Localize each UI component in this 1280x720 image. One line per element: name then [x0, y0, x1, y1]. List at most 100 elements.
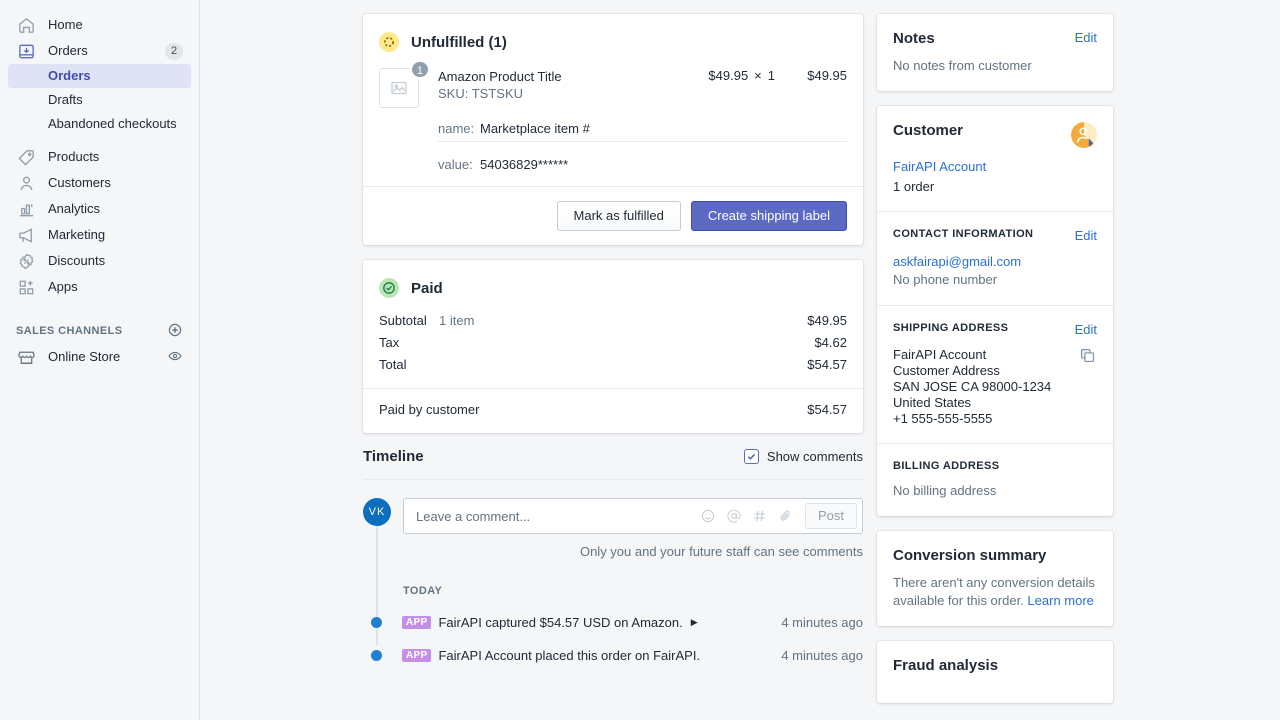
discounts-icon — [16, 251, 36, 271]
sidebar-subitem-orders[interactable]: Orders — [8, 64, 191, 88]
sidebar-subitem-drafts[interactable]: Drafts — [8, 88, 191, 112]
row-sublabel: 1 item — [439, 313, 475, 328]
sidebar-item-analytics[interactable]: Analytics — [8, 196, 191, 222]
timeline-event-text: FairAPI Account placed this order on Fai… — [438, 648, 701, 663]
timeline-event-text: FairAPI captured $54.57 USD on Amazon. — [438, 615, 683, 630]
mention-icon[interactable] — [721, 503, 747, 529]
customer-name-link[interactable]: FairAPI Account — [893, 158, 1097, 176]
conversion-summary-card: Conversion summary There aren't any conv… — [877, 531, 1113, 626]
line-item-property-value: value: 54036829****** — [363, 152, 863, 186]
line-item-sku: SKU: TSTSKU — [438, 86, 524, 101]
shipping-address-label: SHIPPING ADDRESS — [893, 322, 1009, 334]
sidebar-item-label: Home — [48, 17, 83, 32]
sidebar-item-online-store[interactable]: Online Store — [8, 344, 191, 370]
property-key: value: — [438, 157, 473, 172]
customer-header: Customer — [893, 122, 1097, 148]
line-item-unit-price-group: $49.95 × 1 — [679, 68, 775, 110]
customer-email-link[interactable]: askfairapi@gmail.com — [893, 253, 1097, 271]
billing-address-body: No billing address — [893, 483, 997, 498]
line-item-total: $49.95 — [807, 68, 847, 83]
app-badge: APP — [402, 649, 432, 662]
timeline-event: APP FairAPI captured $54.57 USD on Amazo… — [363, 597, 863, 630]
timeline-bullet — [371, 650, 382, 661]
nav-spacer-2 — [0, 300, 199, 318]
sidebar-item-marketing[interactable]: Marketing — [8, 222, 191, 248]
comment-composer: VK Leave a comment... Post — [363, 498, 863, 534]
comment-visibility-hint: Only you and your future staff can see c… — [579, 544, 863, 559]
row-label: Tax — [379, 335, 400, 350]
post-comment-button[interactable]: Post — [804, 503, 857, 529]
address-line: FairAPI Account — [893, 347, 987, 362]
avatar: VK — [363, 498, 391, 526]
timeline-event-time: 4 minutes ago — [781, 615, 863, 630]
timeline-event-message: APP FairAPI captured $54.57 USD on Amazo… — [402, 615, 781, 630]
line-item-quantity-badge: 1 — [409, 60, 430, 79]
customer-phone: No phone number — [893, 272, 998, 287]
property-value: 54036829****** — [480, 157, 569, 172]
property-value: Marketplace item # — [480, 121, 590, 136]
comment-input[interactable] — [416, 508, 695, 524]
conversion-learn-more-link[interactable]: Learn more — [1027, 593, 1093, 608]
edit-contact-link[interactable]: Edit — [1075, 228, 1097, 243]
multiply-symbol: × — [754, 68, 762, 83]
payment-totals: Subtotal 1 item $49.95 Tax $4.62 Total $… — [363, 298, 863, 376]
property-divider — [438, 141, 847, 152]
sales-channels-header: SALES CHANNELS — [8, 318, 191, 344]
shipping-address-section: SHIPPING ADDRESS Edit FairAPI Account Cu… — [877, 305, 1113, 443]
row-label: Total — [379, 357, 407, 372]
marketing-icon — [16, 225, 36, 245]
sidebar-item-customers[interactable]: Customers — [8, 170, 191, 196]
timeline-day-label: TODAY — [403, 585, 443, 597]
notes-header: Notes Edit — [893, 30, 1097, 47]
edit-notes-link[interactable]: Edit — [1075, 30, 1097, 45]
sidebar-item-label: Apps — [48, 279, 78, 294]
sidebar-subitem-abandoned-checkouts[interactable]: Abandoned checkouts — [8, 112, 191, 136]
attachment-icon[interactable] — [773, 503, 799, 529]
edit-shipping-address-link[interactable]: Edit — [1075, 322, 1097, 337]
sidebar-item-discounts[interactable]: Discounts — [8, 248, 191, 274]
shipping-address-lines: FairAPI Account Customer Address SAN JOS… — [893, 347, 1079, 427]
mark-as-fulfilled-button[interactable]: Mark as fulfilled — [556, 201, 681, 231]
app-root: Home Orders 2 Orders Drafts Abandoned ch… — [0, 0, 1280, 720]
orders-icon — [16, 41, 36, 61]
timeline-bullet — [371, 617, 382, 628]
sidebar-item-label: Products — [48, 149, 100, 164]
fulfillment-title: Unfulfilled (1) — [411, 33, 507, 51]
sidebar-item-label: Analytics — [48, 201, 101, 216]
show-comments-toggle[interactable]: Show comments — [743, 449, 863, 464]
address-line: +1 555-555-5555 — [893, 411, 993, 426]
fulfillment-card: Unfulfilled (1) 1 Amazon Product Title S… — [363, 14, 863, 245]
paid-icon — [379, 278, 399, 298]
property-key: name: — [438, 121, 475, 136]
apps-icon — [16, 277, 36, 297]
expand-caret-icon[interactable]: ▶ — [691, 617, 698, 628]
line-item-name: Amazon Product Title — [438, 69, 562, 84]
conversion-summary-section: Conversion summary There aren't any conv… — [877, 531, 1113, 626]
emoji-icon[interactable] — [695, 503, 721, 529]
eye-icon[interactable] — [167, 348, 183, 367]
address-line: SAN JOSE CA 98000-1234 — [893, 379, 1052, 394]
unfulfilled-icon — [379, 32, 399, 52]
main-content: Unfulfilled (1) 1 Amazon Product Title S… — [200, 0, 1280, 720]
line-item-unit-price: $49.95 — [708, 68, 749, 83]
sidebar-item-orders[interactable]: Orders 2 — [8, 38, 191, 64]
notes-section: Notes Edit No notes from customer — [877, 14, 1113, 91]
sidebar-item-home[interactable]: Home — [8, 12, 191, 38]
line-item-property-name: name: Marketplace item # — [363, 116, 863, 141]
contact-information-label: CONTACT INFORMATION — [893, 228, 1034, 240]
show-comments-checkbox[interactable] — [743, 449, 759, 464]
payment-card: Paid Subtotal 1 item $49.95 Tax $4.62 To… — [363, 260, 863, 433]
copy-icon[interactable] — [1079, 347, 1097, 365]
comment-box[interactable]: Post — [403, 498, 863, 534]
hashtag-icon[interactable] — [747, 503, 773, 529]
paid-by-value: $54.57 — [807, 402, 847, 417]
sidebar-item-apps[interactable]: Apps — [8, 274, 191, 300]
total-row-tax: Tax $4.62 — [379, 332, 847, 354]
create-shipping-label-button[interactable]: Create shipping label — [690, 201, 847, 231]
sidebar-item-products[interactable]: Products — [8, 144, 191, 170]
home-icon — [16, 15, 36, 35]
conversion-summary-body: There aren't any conversion details avai… — [893, 574, 1097, 610]
plus-circle-icon[interactable] — [167, 322, 183, 341]
address-line: Customer Address — [893, 363, 1000, 378]
